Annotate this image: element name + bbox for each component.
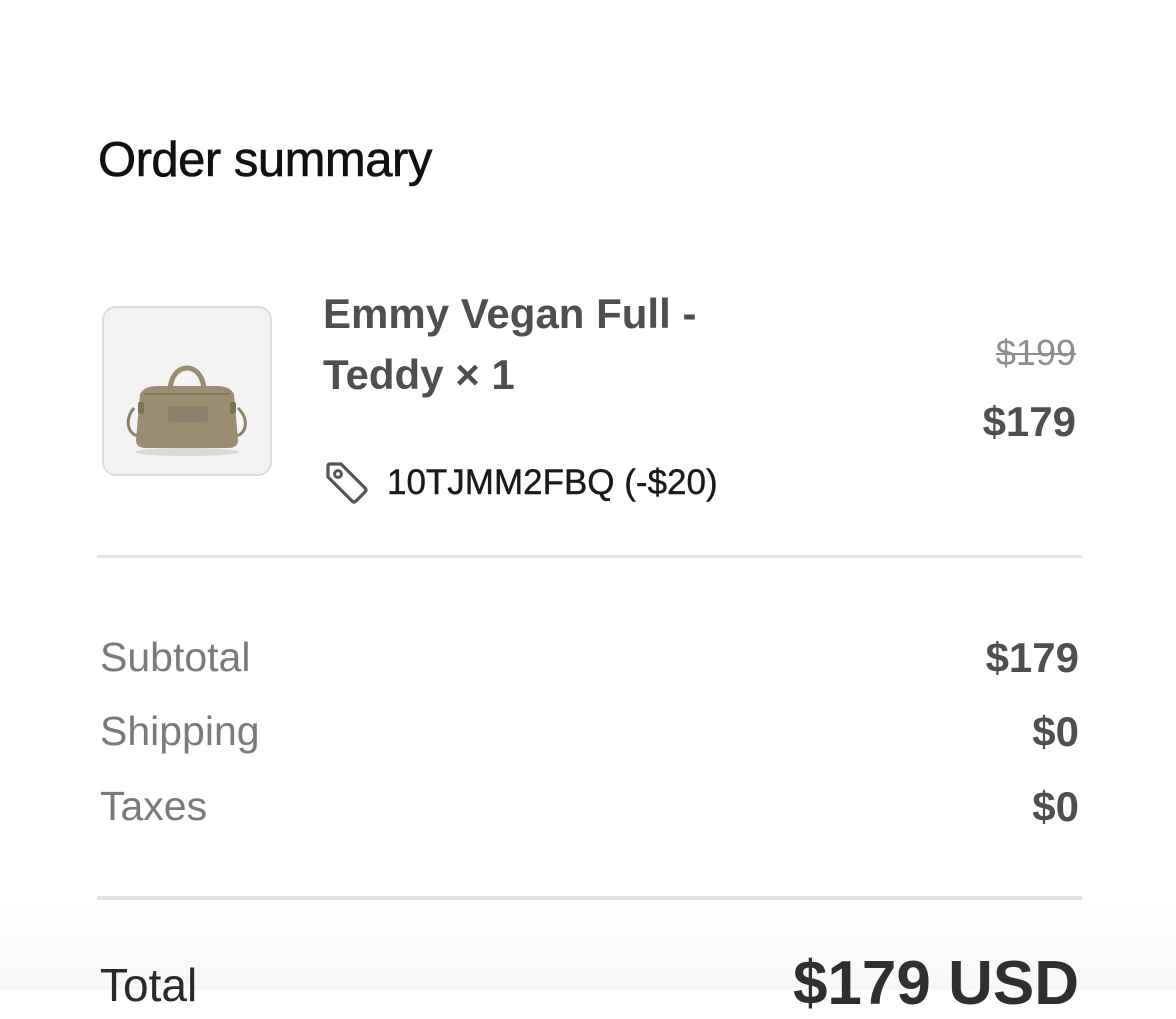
- taxes-label: Taxes: [100, 783, 208, 829]
- duffel-bag-image: [104, 308, 270, 474]
- product-name: Emmy Vegan Full - Teddy × 1: [323, 290, 697, 398]
- divider: [97, 555, 1082, 558]
- original-price: $199: [995, 332, 1076, 373]
- order-summary-panel: Order summary Emmy Vegan Full - Teddy × …: [0, 0, 1176, 1018]
- taxes-value: $0: [1032, 783, 1079, 830]
- product-thumbnail: [102, 306, 272, 476]
- discount-line: 10TJMM2FBQ (-$20): [323, 458, 718, 508]
- subtotal-label: Subtotal: [100, 634, 251, 680]
- order-summary-title: Order summary: [98, 133, 433, 188]
- total-value: $179 USD: [792, 949, 1079, 1018]
- shipping-value: $0: [1032, 708, 1079, 755]
- divider: [97, 896, 1082, 900]
- total-label: Total: [100, 959, 198, 1011]
- subtotal-value: $179: [985, 634, 1079, 681]
- shipping-label: Shipping: [100, 708, 260, 754]
- final-price: $179: [982, 398, 1076, 445]
- tag-icon: [323, 459, 371, 507]
- discount-code: 10TJMM2FBQ (-$20): [387, 463, 718, 502]
